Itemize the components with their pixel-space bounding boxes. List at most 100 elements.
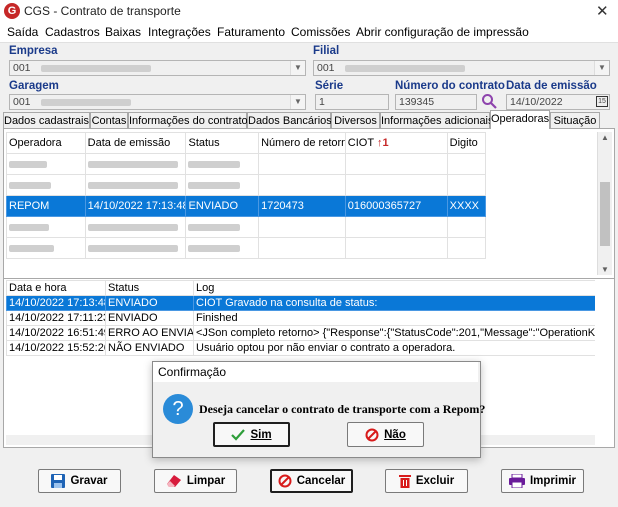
redacted-text (41, 64, 152, 72)
numero-contrato-label: Número do contrato (395, 80, 505, 92)
trash-icon (398, 475, 411, 488)
grid-header: Operadora Data de emissão Status Número … (6, 132, 487, 154)
cancel-icon (365, 428, 379, 441)
garagem-combo[interactable]: 001 ▼ (9, 94, 306, 110)
data-emissao-value: 14/10/2022 (510, 96, 563, 108)
log-cell-datetime: 14/10/2022 17:11:23 (6, 310, 106, 326)
check-icon (231, 428, 246, 441)
tab-operadoras[interactable]: Operadoras (490, 110, 550, 129)
limpar-button[interactable]: Limpar (154, 469, 237, 493)
sort-indicator-icon: ↑1 (376, 137, 389, 149)
garagem-value: 001 (13, 96, 31, 108)
app-logo-icon: G (4, 3, 20, 19)
empresa-label: Empresa (9, 45, 58, 57)
filial-value: 001 (317, 62, 335, 74)
table-row[interactable] (6, 174, 487, 196)
log-row[interactable]: 14/10/2022 17:11:23 ENVIADO Finished (6, 310, 595, 326)
confirmation-dialog: Confirmação ? Deseja cancelar o contrato… (152, 361, 485, 458)
tab-dados-bancarios[interactable]: Dados Bancários (247, 112, 332, 128)
tab-informacoes-contrato[interactable]: Informações do contrato (128, 112, 248, 128)
log-cell-datetime: 14/10/2022 17:13:48 (6, 295, 106, 311)
table-row[interactable] (6, 237, 487, 259)
tab-dados-cadastrais[interactable]: Dados cadastrais (3, 112, 90, 128)
log-row-selected[interactable]: 14/10/2022 17:13:48 ENVIADO CIOT Gravado… (6, 295, 595, 311)
gravar-button[interactable]: Gravar (38, 469, 121, 493)
close-window-button[interactable]: ✕ (596, 2, 609, 20)
nao-button[interactable]: Não (347, 422, 424, 447)
col-operadora[interactable]: Operadora (6, 132, 86, 154)
table-row[interactable] (6, 153, 487, 175)
table-row-selected[interactable]: REPOM 14/10/2022 17:13:48 ENVIADO 172047… (6, 195, 487, 217)
eraser-icon (166, 475, 181, 487)
log-cell-message: Usuário optou por não enviar o contrato … (193, 340, 595, 356)
data-emissao-label: Data de emissão (506, 80, 597, 92)
log-cell-message: Finished (193, 310, 595, 326)
menu-bar: Saída Cadastros Baixas Integrações Fatur… (0, 22, 618, 43)
col-numero-retorno[interactable]: Número de retorno (258, 132, 346, 154)
excluir-button[interactable]: Excluir (385, 469, 468, 493)
sim-button[interactable]: Sim (213, 422, 290, 447)
log-scrollbar[interactable] (597, 280, 611, 435)
excluir-label: Excluir (415, 475, 455, 487)
menu-saida[interactable]: Saída (7, 25, 38, 39)
chevron-down-icon[interactable]: ▼ (290, 95, 305, 109)
operadoras-scrollbar[interactable]: ▲ ▼ (597, 132, 612, 275)
scroll-thumb[interactable] (600, 182, 610, 246)
data-emissao-field[interactable]: 14/10/2022 15 (506, 94, 610, 110)
limpar-label: Limpar (186, 475, 226, 487)
chevron-down-icon[interactable]: ▼ (594, 61, 609, 75)
col-log[interactable]: Log (193, 280, 595, 296)
scroll-down-icon[interactable]: ▼ (598, 265, 612, 274)
cell-numero-retorno: 1720473 (258, 195, 346, 217)
serie-label: Série (315, 80, 344, 92)
redacted-text (345, 64, 466, 72)
scroll-up-icon[interactable]: ▲ (598, 133, 612, 142)
garagem-label: Garagem (9, 80, 59, 92)
dialog-title: Confirmação (158, 365, 227, 379)
filial-combo[interactable]: 001 ▼ (313, 60, 610, 76)
tab-situacao[interactable]: Situação (550, 112, 600, 128)
log-row[interactable]: 14/10/2022 16:51:49 ERRO AO ENVIAR <JSon… (6, 325, 595, 341)
sim-label: Sim (250, 428, 272, 441)
menu-faturamento[interactable]: Faturamento (217, 25, 285, 39)
log-cell-datetime: 14/10/2022 15:52:26 (6, 340, 106, 356)
numero-contrato-field[interactable]: 139345 (395, 94, 477, 110)
tab-strip: Dados cadastrais Contas Informações do c… (3, 110, 615, 129)
cancelar-button[interactable]: Cancelar (270, 469, 353, 493)
calendar-icon[interactable]: 15 (596, 96, 608, 107)
cell-status: ENVIADO (185, 195, 260, 217)
tab-diversos[interactable]: Diversos (331, 112, 380, 128)
serie-field[interactable]: 1 (315, 94, 389, 110)
col-data-hora[interactable]: Data e hora (6, 280, 106, 296)
col-data-emissao[interactable]: Data de emissão (84, 132, 187, 154)
menu-integracoes[interactable]: Integrações (148, 25, 211, 39)
imprimir-button[interactable]: Imprimir (501, 469, 584, 493)
col-log-status[interactable]: Status (105, 280, 194, 296)
col-ciot[interactable]: CIOT ↑1 (344, 132, 448, 154)
menu-baixas[interactable]: Baixas (105, 25, 141, 39)
log-header: Data e hora Status Log (6, 280, 595, 296)
dialog-message: Deseja cancelar o contrato de transporte… (199, 402, 486, 416)
tab-informacoes-adicionais[interactable]: Informações adicionais (380, 112, 494, 128)
save-icon (51, 474, 66, 488)
col-digito[interactable]: Digito (446, 132, 487, 154)
question-icon: ? (163, 394, 193, 424)
table-row[interactable] (6, 216, 487, 238)
log-cell-message: CIOT Gravado na consulta de status: (193, 295, 595, 311)
col-status[interactable]: Status (185, 132, 260, 154)
chevron-down-icon[interactable]: ▼ (290, 61, 305, 75)
log-row[interactable]: 14/10/2022 15:52:26 NÃO ENVIADO Usuário … (6, 340, 595, 356)
log-cell-status: ENVIADO (105, 310, 194, 326)
search-icon[interactable] (481, 93, 497, 109)
empresa-combo[interactable]: 001 ▼ (9, 60, 306, 76)
cancelar-label: Cancelar (296, 475, 346, 487)
menu-comissoes[interactable]: Comissões (291, 25, 350, 39)
imprimir-label: Imprimir (529, 475, 576, 487)
log-cell-status: ERRO AO ENVIAR (105, 325, 194, 341)
menu-cadastros[interactable]: Cadastros (45, 25, 100, 39)
cell-data-emissao: 14/10/2022 17:13:48 (84, 195, 187, 217)
log-cell-datetime: 14/10/2022 16:51:49 (6, 325, 106, 341)
menu-abrir-configuracao[interactable]: Abrir configuração de impressão (356, 25, 529, 39)
dialog-title-bar: Confirmação (153, 362, 478, 382)
tab-contas[interactable]: Contas (90, 112, 128, 128)
